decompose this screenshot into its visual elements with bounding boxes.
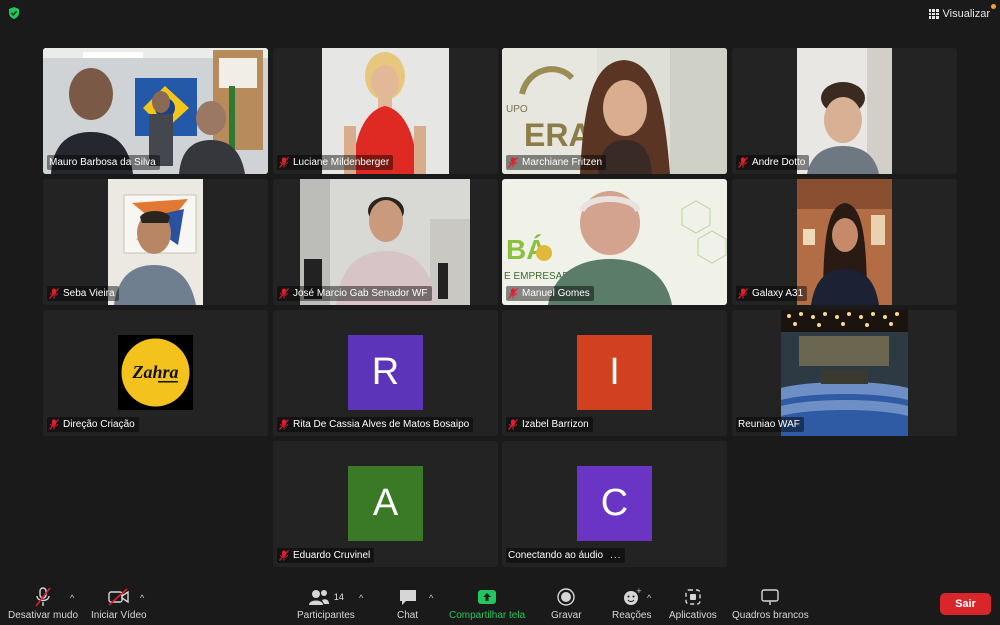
participant-tile-eduardo[interactable]: A Eduardo Cruvinel [273,441,498,567]
chat-button[interactable]: Chat [397,587,418,621]
chat-icon [398,587,418,607]
participant-name-tag: Andre Dotto [736,155,810,170]
muted-mic-icon [49,419,59,430]
participants-icon: 14 [308,587,344,607]
participant-name-tag: Seba Vieira [47,286,119,301]
participant-name: Conectando ao áudio [508,550,604,561]
participant-name-tag: Reuniao WAF [736,417,804,432]
participant-tile-luciane[interactable]: Luciane Mildenberger [273,48,498,174]
participant-video [797,48,892,174]
participant-name-tag: Izabel Barrizon [506,417,593,432]
svg-text:ERA: ERA [524,117,592,153]
whiteboard-icon [760,587,780,607]
participant-avatar: A [348,466,423,541]
participant-name: Manuel Gomes [522,288,590,299]
participant-name: Direção Criação [63,419,135,430]
participant-name-tag: Galaxy A31 [736,286,808,301]
muted-mic-icon [35,587,51,607]
participant-name: Andre Dotto [752,157,806,168]
apps-icon [683,587,703,607]
muted-mic-icon [279,288,289,299]
participant-name-tag: Eduardo Cruvinel [277,548,375,563]
participants-button[interactable]: 14 Participantes [297,587,355,621]
participant-name: Seba Vieira [63,288,115,299]
share-screen-button[interactable]: Compartilhar tela [449,587,525,621]
reactions-options-caret-icon[interactable]: ^ [647,593,651,603]
participant-tile-seba[interactable]: Seba Vieira [43,179,268,305]
participant-tile-connecting[interactable]: C Conectando ao áudio ... [502,441,727,567]
muted-mic-icon [279,419,289,430]
svg-text:UPO: UPO [506,104,528,115]
participant-tile-direcao-criacao[interactable]: Zahra Direção Criação [43,310,268,436]
mute-options-caret-icon[interactable]: ^ [70,593,74,603]
grid-view-icon [928,9,939,19]
unmute-button[interactable]: Desativar mudo [8,587,78,621]
muted-mic-icon [508,419,518,430]
participant-name: Mauro Barbosa da Silva [49,157,156,168]
participant-name: Rita De Cassia Alves de Matos Bosaipo [293,419,470,430]
muted-mic-icon [279,550,289,561]
muted-mic-icon [49,288,59,299]
notification-dot [991,4,996,9]
view-label: Visualizar [942,8,991,20]
participant-name-tag: Mauro Barbosa da Silva [47,155,160,170]
loading-dots: ... [610,550,622,561]
top-bar: Visualizar [0,0,1000,28]
participant-name-tag: Rita De Cassia Alves de Matos Bosaipo [277,417,474,432]
whiteboards-button[interactable]: Quadros brancos [732,587,809,621]
participant-tile-izabel[interactable]: I Izabel Barrizon [502,310,727,436]
participant-avatar: I [577,335,652,410]
participant-name-tag: José Marcio Gab Senador WF [277,286,432,301]
reactions-button[interactable]: + Reações [612,587,651,621]
participant-tile-marchiane[interactable]: UPO ERA Marchiane Fritzen [502,48,727,174]
muted-mic-icon [738,157,748,168]
participants-options-caret-icon[interactable]: ^ [359,593,363,603]
record-button[interactable]: Gravar [551,587,582,621]
zahra-logo: Zahra [118,335,193,410]
video-off-icon [108,587,130,607]
svg-text:+: + [636,587,642,595]
participant-tile-rita[interactable]: R Rita De Cassia Alves de Matos Bosaipo [273,310,498,436]
participant-name: Luciane Mildenberger [293,157,390,168]
participant-tile-manuel[interactable]: BÁ E EMPRESARIA Manuel Gomes [502,179,727,305]
participants-count: 14 [333,592,344,602]
participant-tile-mauro[interactable]: Mauro Barbosa da Silva [43,48,268,174]
participant-tile-andre[interactable]: Andre Dotto [732,48,957,174]
participant-name: Galaxy A31 [752,288,804,299]
participant-name-tag: Direção Criação [47,417,139,432]
participant-name-tag: Marchiane Fritzen [506,155,607,170]
meeting-toolbar: Desativar mudo ^ Iniciar Vídeo ^ 14 Part… [0,583,1000,625]
apps-button[interactable]: Aplicativos [669,587,717,621]
muted-mic-icon [279,157,289,168]
muted-mic-icon [508,288,518,299]
participant-tile-jose-marcio[interactable]: José Marcio Gab Senador WF [273,179,498,305]
muted-mic-icon [738,288,748,299]
participant-video [797,179,892,305]
participant-tile-reuniao-waf[interactable]: Reuniao WAF [732,310,957,436]
share-screen-icon [477,587,497,607]
view-button[interactable]: Visualizar [928,6,991,22]
muted-mic-icon [508,157,518,168]
participant-video [108,179,203,305]
svg-text:Zahra: Zahra [131,362,178,382]
record-icon [556,587,576,607]
participant-avatar: C [577,466,652,541]
participant-tile-galaxy[interactable]: Galaxy A31 [732,179,957,305]
participant-name: Izabel Barrizon [522,419,589,430]
video-options-caret-icon[interactable]: ^ [140,593,144,603]
start-video-button[interactable]: Iniciar Vídeo [91,587,147,621]
chat-options-caret-icon[interactable]: ^ [429,593,433,603]
participant-name: Eduardo Cruvinel [293,550,371,561]
participant-name-tag: Conectando ao áudio ... [506,548,626,563]
security-shield-icon[interactable] [7,6,21,20]
participant-name-tag: Luciane Mildenberger [277,155,394,170]
reactions-icon: + [622,587,642,607]
participant-name-tag: Manuel Gomes [506,286,594,301]
participant-avatar: R [348,335,423,410]
participant-name: José Marcio Gab Senador WF [293,288,428,299]
participant-name: Reuniao WAF [738,419,800,430]
leave-button[interactable]: Sair [940,593,991,615]
participant-name: Marchiane Fritzen [522,157,603,168]
